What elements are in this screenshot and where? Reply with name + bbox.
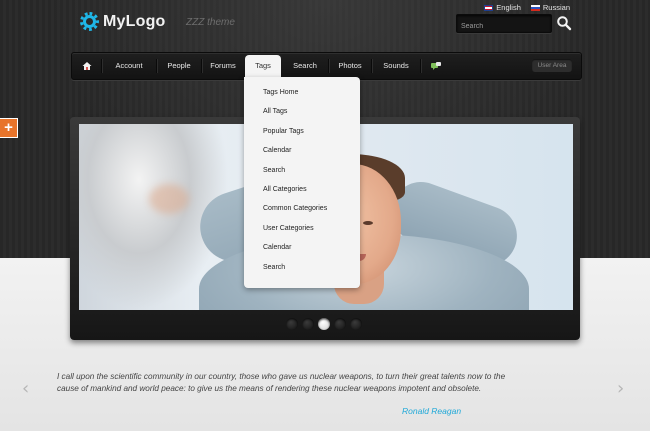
nav-search[interactable]: Search (282, 53, 328, 79)
theme-label: ZZZ theme (186, 17, 235, 28)
language-english-label: English (496, 3, 521, 12)
nav-chat[interactable] (422, 53, 450, 79)
tags-menu-item[interactable]: Calendar (263, 244, 291, 251)
search-button[interactable] (556, 15, 572, 31)
logo[interactable]: MyLogo (80, 12, 166, 31)
tags-menu-item[interactable]: User Categories (263, 225, 314, 232)
quote-author: Ronald Reagan (402, 406, 462, 416)
language-english[interactable]: English (484, 3, 521, 12)
uk-flag-icon (484, 4, 494, 11)
language-switcher: English Russian (484, 3, 570, 12)
tags-dropdown-menu: Tags Home All Tags Popular Tags Calendar Sea… (244, 77, 360, 288)
tags-menu-item[interactable]: Search (263, 264, 285, 271)
plus-tab-button[interactable]: + (0, 118, 18, 138)
user-area-button[interactable]: User Area (532, 59, 572, 72)
prev-arrow-icon[interactable]: ‹ (22, 378, 29, 399)
main-nav: Account People Forums Tags Search Photos… (71, 52, 582, 80)
language-russian[interactable]: Russian (530, 3, 570, 12)
gear-logo-icon (80, 12, 99, 31)
search-icon (557, 16, 572, 31)
slider-dot[interactable] (334, 318, 346, 330)
plus-icon: + (4, 119, 13, 136)
russia-flag-icon (530, 4, 540, 11)
nav-divider (420, 59, 421, 73)
tags-menu-item[interactable]: Tags Home (263, 89, 298, 96)
slider-dot[interactable] (350, 318, 362, 330)
next-arrow-icon[interactable]: › (617, 378, 624, 399)
slider-dot[interactable] (286, 318, 298, 330)
quote-text: I call upon the scientific community in … (57, 372, 506, 393)
nav-home[interactable] (78, 53, 96, 79)
home-icon (82, 62, 92, 70)
nav-account[interactable]: Account (102, 53, 156, 79)
slider-pagination (286, 318, 362, 330)
tags-menu-item[interactable]: Search (263, 167, 285, 174)
tags-menu-item[interactable]: All Categories (263, 186, 307, 193)
background-face (149, 184, 189, 214)
tags-menu-item[interactable]: Popular Tags (263, 128, 304, 135)
language-russian-label: Russian (542, 3, 570, 12)
nav-people[interactable]: People (157, 53, 201, 79)
tags-menu-item[interactable]: Common Categories (263, 205, 327, 212)
tags-menu-item[interactable]: Calendar (263, 147, 291, 154)
tags-menu-item[interactable]: All Tags (263, 108, 287, 115)
header-search-box (456, 14, 553, 35)
logo-text: MyLogo (103, 12, 166, 30)
slider-dot[interactable] (318, 318, 330, 330)
nav-forums[interactable]: Forums (202, 53, 244, 79)
search-input[interactable] (457, 18, 553, 35)
nav-sounds[interactable]: Sounds (372, 53, 420, 79)
eye (363, 221, 373, 225)
slider-dot[interactable] (302, 318, 314, 330)
nav-tags[interactable]: Tags (245, 55, 281, 79)
nav-photos[interactable]: Photos (329, 53, 371, 79)
chat-icon (431, 62, 441, 70)
